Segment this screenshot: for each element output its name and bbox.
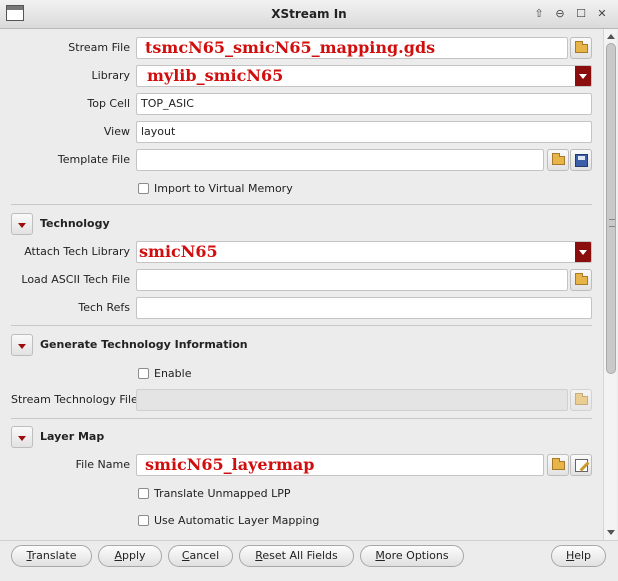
apply-button[interactable]: Apply xyxy=(98,545,162,567)
minimize-icon[interactable]: ⊖ xyxy=(552,6,568,22)
view-row: View layout xyxy=(0,121,602,143)
technology-title: Technology xyxy=(40,217,110,230)
attach-tech-label: Attach Tech Library xyxy=(24,245,130,258)
stream-file-row: Stream File tsmcN65_smicN65_mapping.gds xyxy=(0,37,602,59)
tech-refs-input[interactable] xyxy=(136,297,592,319)
library-row: Library mylib_smicN65 xyxy=(0,65,602,87)
save-icon xyxy=(575,154,588,167)
layer-map-edit-button[interactable] xyxy=(570,454,592,476)
translate-unmapped-label: Translate Unmapped LPP xyxy=(154,487,291,500)
folder-icon xyxy=(575,41,588,53)
load-ascii-input[interactable] xyxy=(136,269,568,291)
more-options-button[interactable]: More Options xyxy=(360,545,464,567)
layer-map-file-input[interactable]: smicN65_layermap xyxy=(136,454,544,476)
generate-tech-title: Generate Technology Information xyxy=(40,338,248,351)
attach-tech-row: Attach Tech Library smicN65 xyxy=(0,241,602,263)
auto-layer-checkbox[interactable] xyxy=(138,515,149,526)
close-icon[interactable]: ✕ xyxy=(594,6,610,22)
top-cell-input[interactable]: TOP_ASIC xyxy=(136,93,592,115)
cancel-button[interactable]: Cancel xyxy=(168,545,233,567)
tech-refs-label: Tech Refs xyxy=(78,301,130,314)
folder-icon xyxy=(575,393,588,405)
scrollbar-thumb[interactable] xyxy=(606,43,616,374)
vertical-scrollbar[interactable] xyxy=(603,29,617,540)
translate-unmapped-row: Translate Unmapped LPP xyxy=(0,484,602,506)
stream-tech-browse-button[interactable] xyxy=(570,389,592,411)
translate-unmapped-checkbox[interactable] xyxy=(138,488,149,499)
maximize-icon[interactable]: ☐ xyxy=(573,6,589,22)
view-input[interactable]: layout xyxy=(136,121,592,143)
top-cell-row: Top Cell TOP_ASIC xyxy=(0,93,602,115)
folder-icon xyxy=(552,153,565,165)
load-ascii-label: Load ASCII Tech File xyxy=(21,273,130,286)
help-button[interactable]: Help xyxy=(551,545,606,567)
divider xyxy=(11,204,592,205)
auto-layer-label: Use Automatic Layer Mapping xyxy=(154,514,320,527)
translate-button[interactable]: Translate xyxy=(11,545,92,567)
layer-map-browse-button[interactable] xyxy=(547,454,569,476)
enable-label: Enable xyxy=(154,367,192,380)
template-file-row: Template File xyxy=(0,149,602,171)
layer-map-file-row: File Name smicN65_layermap xyxy=(0,454,602,476)
layer-map-collapse-button[interactable] xyxy=(11,426,33,448)
tech-refs-row: Tech Refs xyxy=(0,297,602,319)
library-select-value: mylib_smicN65 xyxy=(147,66,284,85)
enable-row: Enable xyxy=(0,364,602,386)
attach-tech-select[interactable]: smicN65 xyxy=(136,241,592,263)
stream-tech-row: Stream Technology File xyxy=(0,389,602,411)
technology-collapse-button[interactable] xyxy=(11,213,33,235)
layer-map-title: Layer Map xyxy=(40,430,105,443)
library-label: Library xyxy=(91,69,130,82)
stream-file-browse-button[interactable] xyxy=(570,37,592,59)
load-ascii-browse-button[interactable] xyxy=(570,269,592,291)
chevron-down-icon[interactable] xyxy=(575,66,591,86)
import-vm-checkbox[interactable] xyxy=(138,183,149,194)
scroll-down-icon[interactable] xyxy=(604,526,617,538)
grip-icon xyxy=(609,219,615,227)
button-bar: Translate Apply Cancel Reset All Fields … xyxy=(0,540,618,581)
reset-all-fields-button[interactable]: Reset All Fields xyxy=(239,545,354,567)
enable-checkbox[interactable] xyxy=(138,368,149,379)
divider xyxy=(11,325,592,326)
template-file-save-button[interactable] xyxy=(570,149,592,171)
folder-icon xyxy=(552,458,565,470)
top-cell-label: Top Cell xyxy=(87,97,130,110)
shade-icon[interactable]: ⇧ xyxy=(531,6,547,22)
generate-tech-collapse-button[interactable] xyxy=(11,334,33,356)
layer-map-file-label: File Name xyxy=(75,458,130,471)
folder-icon xyxy=(575,273,588,285)
view-label: View xyxy=(103,125,130,138)
stream-file-label: Stream File xyxy=(68,41,130,54)
chevron-down-icon[interactable] xyxy=(575,242,591,262)
template-file-label: Template File xyxy=(57,153,130,166)
window-title: XStream In xyxy=(271,7,347,21)
template-file-browse-button[interactable] xyxy=(547,149,569,171)
import-vm-row: Import to Virtual Memory xyxy=(0,179,602,201)
title-bar: XStream In ⇧ ⊖ ☐ ✕ xyxy=(0,0,618,29)
generate-tech-section-header: Generate Technology Information xyxy=(11,334,592,356)
import-vm-label: Import to Virtual Memory xyxy=(154,182,293,195)
load-ascii-row: Load ASCII Tech File xyxy=(0,269,602,291)
stream-tech-input[interactable] xyxy=(136,389,568,411)
technology-section-header: Technology xyxy=(11,213,592,235)
stream-tech-label: Stream Technology File xyxy=(11,393,138,406)
layer-map-section-header: Layer Map xyxy=(11,426,592,448)
auto-layer-row: Use Automatic Layer Mapping xyxy=(0,511,602,533)
stream-file-input[interactable]: tsmcN65_smicN65_mapping.gds xyxy=(136,37,568,59)
divider xyxy=(11,418,592,419)
template-file-input[interactable] xyxy=(136,149,544,171)
library-select[interactable]: mylib_smicN65 xyxy=(136,65,592,87)
scroll-up-icon[interactable] xyxy=(604,30,617,42)
form-area: Stream File tsmcN65_smicN65_mapping.gds … xyxy=(0,29,602,540)
edit-icon xyxy=(575,459,588,472)
attach-tech-select-value: smicN65 xyxy=(139,242,218,261)
